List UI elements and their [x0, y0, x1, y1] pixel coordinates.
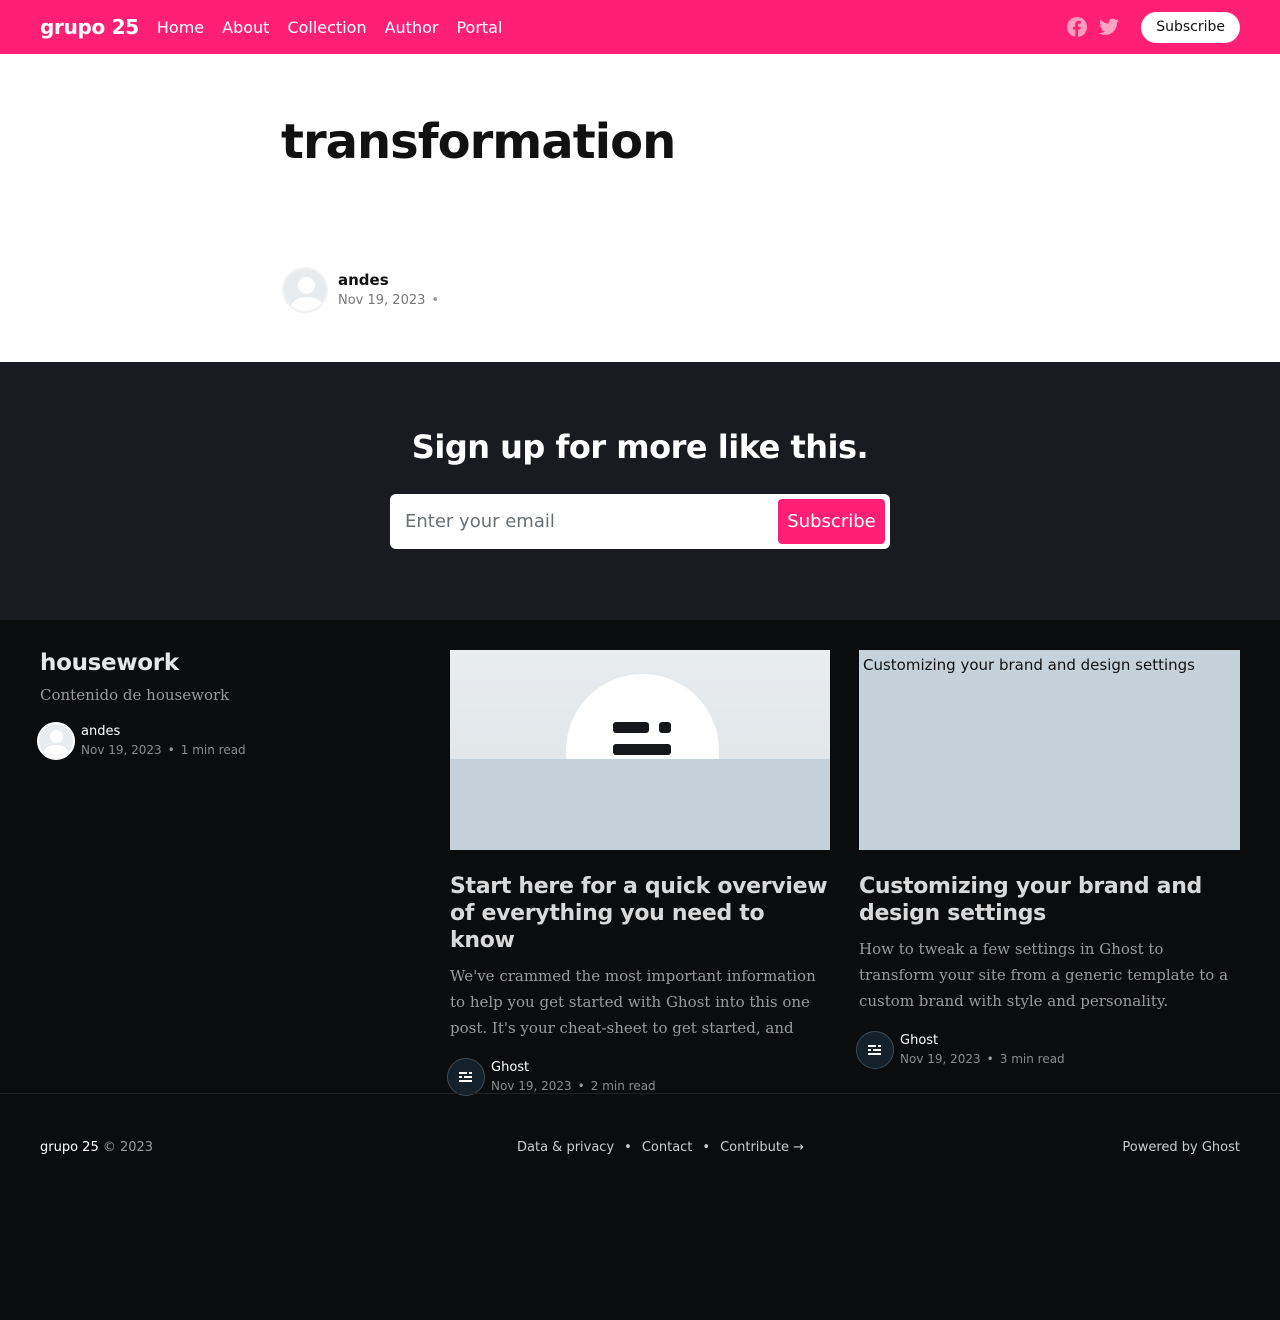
- ghost-avatar-icon[interactable]: [447, 1058, 485, 1096]
- ghost-logo-icon: [613, 722, 671, 755]
- copyright-year: © 2023: [102, 1140, 154, 1155]
- separator-dot: •: [986, 1052, 994, 1066]
- nav-author[interactable]: Author: [385, 18, 439, 37]
- site-header: grupo 25 Home About Collection Author Po…: [0, 0, 1280, 54]
- read-time: 3 min read: [999, 1052, 1065, 1066]
- author-name[interactable]: andes: [338, 269, 445, 291]
- author-name[interactable]: andes: [81, 723, 246, 741]
- article-header: transformation andes Nov 19, 2023 •: [0, 54, 1280, 362]
- read-time: 2 min read: [590, 1079, 656, 1093]
- post-excerpt: We've crammed the most important informa…: [450, 967, 816, 1037]
- post-card[interactable]: Start here for a quick overview of every…: [447, 650, 830, 1096]
- footer-brand[interactable]: grupo 25: [40, 1140, 99, 1155]
- collection-intro: housework Contenido de housework andes N…: [37, 650, 400, 760]
- signup-form: Subscribe: [390, 494, 890, 549]
- nav-about[interactable]: About: [222, 18, 269, 37]
- post-title[interactable]: Customizing your brand and design settin…: [859, 873, 1240, 927]
- separator-dot: •: [702, 1140, 711, 1155]
- footer-link-contact[interactable]: Contact: [642, 1140, 693, 1155]
- main-nav: Home About Collection Author Portal: [157, 18, 503, 37]
- twitter-icon[interactable]: [1099, 18, 1120, 36]
- footer-link-privacy[interactable]: Data & privacy: [517, 1140, 614, 1155]
- post-date: Nov 19, 2023: [900, 1052, 981, 1066]
- post-excerpt: How to tweak a few settings in Ghost to …: [859, 940, 1229, 1010]
- site-logo[interactable]: grupo 25: [40, 15, 139, 39]
- collection-description: Contenido de housework: [40, 686, 230, 704]
- social-links: [1067, 17, 1120, 37]
- post-byline: Ghost Nov 19, 2023 • 2 min read: [447, 1058, 830, 1096]
- ghost-avatar-icon[interactable]: [856, 1031, 894, 1069]
- site-footer: grupo 25 © 2023 Data & privacy • Contact…: [0, 1093, 1280, 1320]
- post-byline: Ghost Nov 19, 2023 • 3 min read: [856, 1031, 1240, 1069]
- read-time: 1 min read: [180, 743, 246, 757]
- nav-home[interactable]: Home: [157, 18, 204, 37]
- author-name[interactable]: Ghost: [491, 1059, 656, 1077]
- intro-byline: andes Nov 19, 2023 • 1 min read: [37, 722, 400, 760]
- article-date: Nov 19, 2023: [338, 293, 426, 308]
- footer-links: Data & privacy • Contact • Contribute →: [517, 1140, 804, 1155]
- post-title[interactable]: Start here for a quick overview of every…: [450, 873, 830, 954]
- signup-subscribe-button[interactable]: Subscribe: [778, 499, 885, 544]
- email-input[interactable]: [405, 511, 778, 532]
- related-posts: housework Contenido de housework andes N…: [0, 620, 1280, 1096]
- post-image[interactable]: Customizing your brand and design settin…: [859, 650, 1240, 850]
- nav-collection[interactable]: Collection: [287, 18, 366, 37]
- author-avatar[interactable]: [37, 722, 75, 760]
- post-date: Nov 19, 2023: [491, 1079, 572, 1093]
- article-title: transformation: [281, 114, 676, 170]
- signup-heading: Sign up for more like this.: [411, 428, 869, 466]
- powered-by[interactable]: Powered by Ghost: [1122, 1140, 1240, 1155]
- post-date: Nov 19, 2023: [81, 743, 162, 757]
- post-card[interactable]: Customizing your brand and design settin…: [856, 650, 1240, 1069]
- separator-dot: •: [624, 1140, 632, 1155]
- separator-dot: •: [431, 293, 440, 308]
- signup-section: Sign up for more like this. Subscribe: [0, 362, 1280, 620]
- nav-portal[interactable]: Portal: [456, 18, 502, 37]
- footer-link-contribute[interactable]: Contribute →: [720, 1140, 804, 1155]
- copyright: grupo 25 © 2023: [40, 1140, 153, 1155]
- article-byline: andes Nov 19, 2023 •: [282, 267, 445, 313]
- facebook-icon[interactable]: [1067, 17, 1088, 37]
- collection-title[interactable]: housework: [40, 650, 400, 676]
- post-image[interactable]: [450, 650, 830, 850]
- author-avatar[interactable]: [282, 267, 328, 313]
- separator-dot: •: [167, 743, 175, 757]
- author-name[interactable]: Ghost: [900, 1032, 1065, 1050]
- image-alt-text: Customizing your brand and design settin…: [863, 656, 1195, 674]
- header-subscribe-button[interactable]: Subscribe: [1141, 11, 1240, 43]
